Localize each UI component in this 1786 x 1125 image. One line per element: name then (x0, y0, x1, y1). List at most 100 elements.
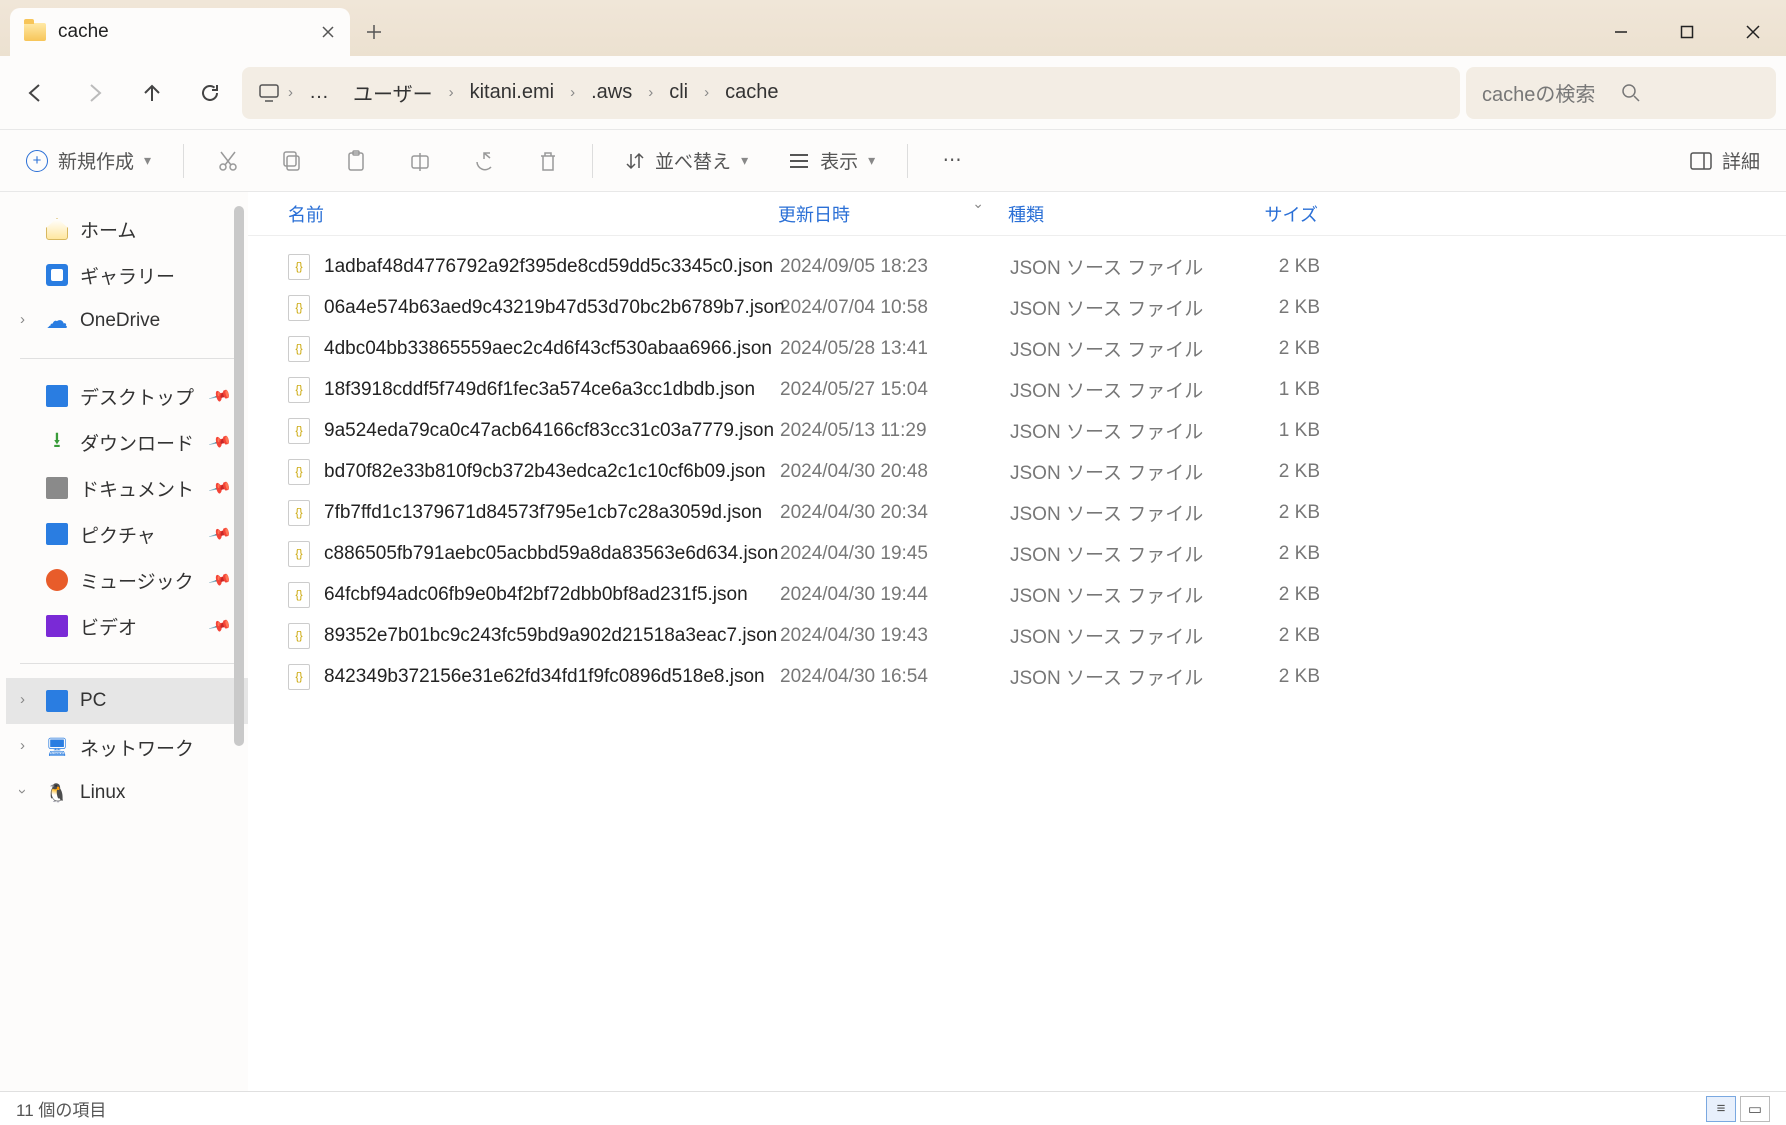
sidebar-item-music[interactable]: ミュージック📌 (6, 557, 248, 603)
file-type: JSON ソース ファイル (1010, 622, 1210, 649)
json-file-icon: {} (288, 377, 310, 403)
table-row[interactable]: {}bd70f82e33b810f9cb372b43edca2c1c10cf6b… (248, 451, 1786, 492)
document-icon (46, 477, 68, 499)
new-button[interactable]: + 新規作成 ▾ (18, 141, 159, 180)
file-size: 2 KB (1210, 502, 1330, 524)
tab-current[interactable]: cache (10, 8, 350, 56)
breadcrumb-item[interactable]: cli (661, 77, 696, 108)
column-header-size[interactable]: サイズ (1208, 201, 1328, 227)
view-details-button[interactable]: ≡ (1706, 1096, 1736, 1122)
sidebar-item-documents[interactable]: ドキュメント📌 (6, 465, 248, 511)
table-row[interactable]: {}89352e7b01bc9c243fc59bd9a902d21518a3ea… (248, 615, 1786, 656)
share-button[interactable] (464, 144, 504, 178)
sidebar-item-gallery[interactable]: ギャラリー (6, 252, 248, 298)
tab-close-button[interactable] (320, 24, 336, 40)
breadcrumb-item[interactable]: kitani.emi (462, 77, 562, 108)
back-button[interactable] (10, 67, 62, 119)
file-type: JSON ソース ファイル (1010, 458, 1210, 485)
file-name: 7fb7ffd1c1379671d84573f795e1cb7c28a3059d… (324, 502, 780, 524)
search-input[interactable]: cacheの検索 (1466, 67, 1776, 119)
sidebar-item-label: ホーム (80, 216, 136, 243)
address-bar[interactable]: › … ユーザー › kitani.emi › .aws › cli › cac… (242, 67, 1460, 119)
chevron-right-icon[interactable]: › (20, 737, 25, 754)
chevron-right-icon: › (288, 84, 293, 101)
chevron-right-icon: › (570, 84, 575, 101)
sidebar-item-desktop[interactable]: デスクトップ📌 (6, 373, 248, 419)
sidebar-item-network[interactable]: 🖥ネットワーク (6, 724, 248, 770)
close-button[interactable] (1720, 8, 1786, 56)
view-button[interactable]: 表示 ▾ (780, 141, 883, 180)
sidebar-item-videos[interactable]: ビデオ 📌 (6, 603, 248, 649)
table-row[interactable]: {}18f3918cddf5f749d6f1fec3a574ce6a3cc1db… (248, 369, 1786, 410)
details-pane-button[interactable]: 詳細 (1682, 141, 1768, 180)
rename-button[interactable] (400, 144, 440, 178)
up-button[interactable] (126, 67, 178, 119)
chevron-down-icon: ▾ (144, 152, 151, 169)
file-date: 2024/07/04 10:58 (780, 297, 1010, 319)
table-row[interactable]: {}1adbaf48d4776792a92f395de8cd59dd5c3345… (248, 246, 1786, 287)
column-header-name[interactable]: 名前 (288, 201, 778, 227)
paste-button[interactable] (336, 144, 376, 178)
sidebar-item-label: ビデオ (80, 613, 137, 640)
view-thumbnails-button[interactable]: ▭ (1740, 1096, 1770, 1122)
file-name: 9a524eda79ca0c47acb64166cf83cc31c03a7779… (324, 420, 780, 442)
file-name: 06a4e574b63aed9c43219b47d53d70bc2b6789b7… (324, 297, 780, 319)
chevron-down-icon: ▾ (741, 152, 748, 169)
chevron-right-icon[interactable]: › (20, 311, 25, 328)
sidebar-item-home[interactable]: ホーム (6, 206, 248, 252)
file-type: JSON ソース ファイル (1010, 294, 1210, 321)
sidebar-item-downloads[interactable]: ⭳ダウンロード📌 (6, 419, 248, 465)
chevron-right-icon: › (449, 84, 454, 101)
pin-icon: 📌 (208, 614, 233, 639)
column-header-date[interactable]: 更新日時⌄ (778, 201, 1008, 227)
new-tab-button[interactable] (350, 8, 398, 56)
music-icon (46, 569, 68, 591)
breadcrumb-item[interactable]: cache (717, 77, 786, 108)
breadcrumb-item[interactable]: ユーザー (345, 74, 441, 111)
scrollbar-thumb[interactable] (234, 206, 244, 746)
file-date: 2024/04/30 20:48 (780, 461, 1010, 483)
sidebar-item-label: デスクトップ (80, 383, 194, 410)
table-row[interactable]: {}64fcbf94adc06fb9e0b4f2bf72dbb0bf8ad231… (248, 574, 1786, 615)
file-type: JSON ソース ファイル (1010, 253, 1210, 280)
video-icon (46, 615, 68, 637)
json-file-icon: {} (288, 623, 310, 649)
column-header-type[interactable]: 種類 (1008, 201, 1208, 227)
minimize-button[interactable] (1588, 8, 1654, 56)
sidebar-item-linux[interactable]: 🐧Linux (6, 770, 248, 816)
cut-button[interactable] (208, 144, 248, 178)
refresh-button[interactable] (184, 67, 236, 119)
table-row[interactable]: {}7fb7ffd1c1379671d84573f795e1cb7c28a305… (248, 492, 1786, 533)
table-row[interactable]: {}842349b372156e31e62fd34fd1f9fc0896d518… (248, 656, 1786, 697)
table-row[interactable]: {}c886505fb791aebc05acbbd59a8da83563e6d6… (248, 533, 1786, 574)
file-type: JSON ソース ファイル (1010, 335, 1210, 362)
sidebar-item-onedrive[interactable]: ☁OneDrive (6, 298, 248, 344)
table-row[interactable]: {}9a524eda79ca0c47acb64166cf83cc31c03a77… (248, 410, 1786, 451)
download-icon: ⭳ (46, 431, 68, 453)
pc-icon (46, 690, 68, 712)
breadcrumb-overflow[interactable]: … (301, 77, 337, 108)
maximize-button[interactable] (1654, 8, 1720, 56)
more-button[interactable]: ⋯ (932, 143, 972, 178)
file-date: 2024/04/30 19:45 (780, 543, 1010, 565)
file-name: 842349b372156e31e62fd34fd1f9fc0896d518e8… (324, 666, 780, 688)
file-date: 2024/05/28 13:41 (780, 338, 1010, 360)
json-file-icon: {} (288, 254, 310, 280)
table-row[interactable]: {}4dbc04bb33865559aec2c4d6f43cf530abaa69… (248, 328, 1786, 369)
chevron-down-icon[interactable]: › (14, 789, 31, 794)
sidebar-item-label: OneDrive (80, 310, 160, 332)
file-list: 名前 更新日時⌄ 種類 サイズ {}1adbaf48d4776792a92f39… (248, 192, 1786, 1091)
json-file-icon: {} (288, 336, 310, 362)
sort-button[interactable]: 並べ替え ▾ (617, 141, 756, 180)
copy-button[interactable] (272, 144, 312, 178)
file-name: 64fcbf94adc06fb9e0b4f2bf72dbb0bf8ad231f5… (324, 584, 780, 606)
sidebar-item-pc[interactable]: PC (6, 678, 248, 724)
breadcrumb-item[interactable]: .aws (583, 77, 640, 108)
forward-button[interactable] (68, 67, 120, 119)
delete-button[interactable] (528, 144, 568, 178)
table-row[interactable]: {}06a4e574b63aed9c43219b47d53d70bc2b6789… (248, 287, 1786, 328)
separator (183, 144, 184, 178)
file-type: JSON ソース ファイル (1010, 417, 1210, 444)
sidebar-item-pictures[interactable]: ピクチャ📌 (6, 511, 248, 557)
chevron-right-icon[interactable]: › (20, 691, 25, 708)
